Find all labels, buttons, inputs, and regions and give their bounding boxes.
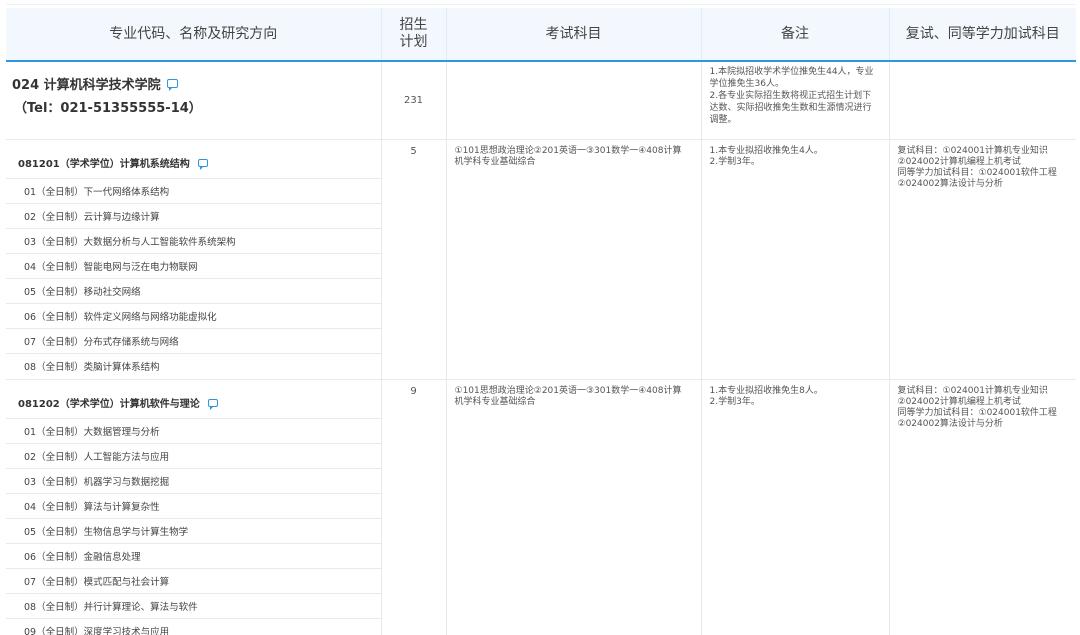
header-plan: 招生 计划: [381, 8, 447, 62]
college-note-line: 2.各专业实际招生数将视正式招生计划下: [709, 91, 872, 101]
direction-item: 03（全日制）机器学习与数据挖掘: [6, 469, 381, 494]
direction-item: 02（全日制）云计算与边缘计算: [6, 204, 381, 229]
college-retest: [889, 61, 1076, 140]
retest-line: 复试科目：①024001计算机专业知识: [897, 385, 1048, 396]
retest-line: ②024002计算机编程上机考试: [897, 396, 1021, 407]
major-notes: 1.本专业拟招收推免生8人。 2.学制3年。: [701, 379, 890, 635]
major-plan: 9: [381, 379, 447, 635]
major-directions-cell: 081201（学术学位）计算机系统结构 01（全日制）下一代网络体系结构 02（…: [6, 139, 382, 380]
comment-icon[interactable]: [166, 79, 178, 91]
direction-item: 01（全日制）大数据管理与分析: [6, 419, 381, 444]
college-name: 024 计算机科学技术学院: [12, 78, 161, 93]
major-exam: ①101思想政治理论②201英语一③301数学一④408计算 机学科专业基础综合: [446, 139, 702, 380]
major-title-row: 081201（学术学位）计算机系统结构: [6, 140, 381, 179]
college-note-line: 学位推免生36人。: [709, 79, 784, 89]
comment-icon[interactable]: [197, 158, 208, 170]
major-notes: 1.本专业拟招收推免生4人。 2.学制3年。: [701, 139, 890, 380]
header-notes: 备注: [701, 8, 890, 62]
direction-item: 05（全日制）移动社交网络: [6, 279, 381, 304]
direction-item: 03（全日制）大数据分析与人工智能软件系统架构: [6, 229, 381, 254]
major-title-row: 081202（学术学位）计算机软件与理论: [6, 380, 381, 419]
table-header-row: 专业代码、名称及研究方向 招生 计划 考试科目 备注 复试、同等学力加试科目: [6, 8, 1076, 62]
direction-item: 09（全日制）深度学习技术与应用: [24, 627, 170, 635]
exam-line: ①101思想政治理论②201英语一③301数学一④408计算: [454, 385, 682, 396]
college-note-line: 调整。: [709, 115, 737, 125]
major-title: 081202（学术学位）计算机软件与理论: [18, 399, 200, 410]
header-major: 专业代码、名称及研究方向: [6, 8, 382, 62]
retest-line: ②024002计算机编程上机考试: [897, 156, 1021, 167]
header-plan-line2: 计划: [399, 34, 428, 50]
exam-line: 机学科专业基础综合: [454, 396, 536, 407]
retest-line: ②024002算法设计与分析: [897, 178, 1003, 189]
note-line: 2.学制3年。: [709, 156, 760, 167]
header-plan-line1: 招生: [399, 17, 428, 33]
direction-item: 07（全日制）分布式存储系统与网络: [6, 329, 381, 354]
catalog-table: 专业代码、名称及研究方向 招生 计划 考试科目 备注 复试、同等学力加试科目 0…: [6, 8, 1076, 635]
note-line: 1.本专业拟招收推免生8人。: [709, 385, 823, 396]
retest-line: 同等学力加试科目：①024001软件工程: [897, 407, 1057, 418]
college-exam: [446, 61, 702, 140]
direction-item: 04（全日制）算法与计算复杂性: [6, 494, 381, 519]
exam-line: ①101思想政治理论②201英语一③301数学一④408计算: [454, 145, 682, 156]
direction-item: 08（全日制）并行计算理论、算法与软件: [6, 594, 381, 619]
major-retest: 复试科目：①024001计算机专业知识 ②024002计算机编程上机考试 同等学…: [889, 139, 1076, 380]
major-row: 081202（学术学位）计算机软件与理论 01（全日制）大数据管理与分析 02（…: [6, 379, 1076, 635]
direction-item: 06（全日制）软件定义网络与网络功能虚拟化: [6, 304, 381, 329]
note-line: 2.学制3年。: [709, 396, 760, 407]
retest-line: ②024002算法设计与分析: [897, 418, 1003, 429]
header-retest: 复试、同等学力加试科目: [889, 8, 1076, 62]
college-info: 024 计算机科学技术学院 （Tel：021-51355555-14）: [6, 61, 382, 140]
direction-item: 04（全日制）智能电网与泛在电力物联网: [6, 254, 381, 279]
retest-line: 同等学力加试科目：①024001软件工程: [897, 167, 1057, 178]
major-retest: 复试科目：①024001计算机专业知识 ②024002计算机编程上机考试 同等学…: [889, 379, 1076, 635]
college-notes: 1.本院拟招收学术学位推免生44人，专业 学位推免生36人。 2.各专业实际招生…: [701, 61, 890, 140]
major-plan: 5: [381, 139, 447, 380]
direction-item: 06（全日制）金融信息处理: [6, 544, 381, 569]
major-directions-cell: 081202（学术学位）计算机软件与理论 01（全日制）大数据管理与分析 02（…: [6, 379, 382, 635]
major-title: 081201（学术学位）计算机系统结构: [18, 159, 190, 170]
direction-item: 05（全日制）生物信息学与计算生物学: [6, 519, 381, 544]
college-note-line: 达数、实际招收推免生数和生源情况进行: [709, 103, 872, 113]
header-exam: 考试科目: [446, 8, 702, 62]
comment-icon[interactable]: [207, 398, 218, 410]
catalog-table-container: 专业代码、名称及研究方向 招生 计划 考试科目 备注 复试、同等学力加试科目 0…: [6, 8, 1076, 635]
college-tel: （Tel：021-51355555-14）: [14, 101, 202, 116]
major-exam: ①101思想政治理论②201英语一③301数学一④408计算 机学科专业基础综合: [446, 379, 702, 635]
college-plan: 231: [381, 61, 447, 140]
retest-line: 复试科目：①024001计算机专业知识: [897, 145, 1048, 156]
direction-item: 07（全日制）模式匹配与社会计算: [6, 569, 381, 594]
direction-item: 01（全日制）下一代网络体系结构: [6, 179, 381, 204]
note-line: 1.本专业拟招收推免生4人。: [709, 145, 823, 156]
direction-item: 02（全日制）人工智能方法与应用: [6, 444, 381, 469]
top-divider: [6, 4, 1076, 5]
college-row: 024 计算机科学技术学院 （Tel：021-51355555-14） 231 …: [6, 61, 1076, 140]
exam-line: 机学科专业基础综合: [454, 156, 536, 167]
college-note-line: 1.本院拟招收学术学位推免生44人，专业: [709, 67, 874, 77]
direction-item: 08（全日制）类脑计算体系结构: [24, 362, 160, 373]
major-row: 081201（学术学位）计算机系统结构 01（全日制）下一代网络体系结构 02（…: [6, 139, 1076, 380]
